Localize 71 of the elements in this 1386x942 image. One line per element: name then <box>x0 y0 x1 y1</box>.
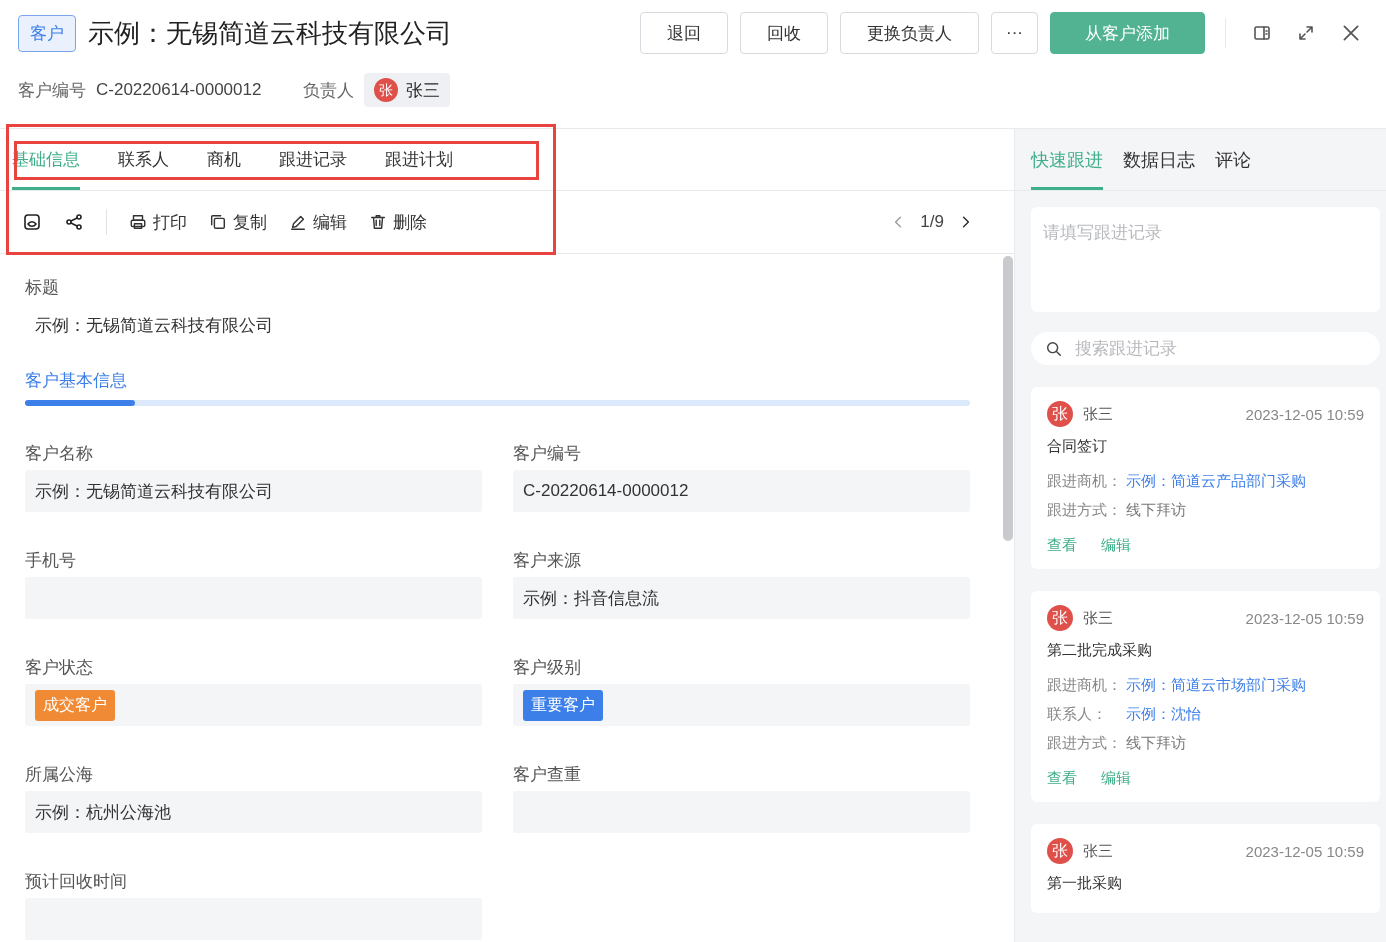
tab[interactable]: 跟进计划 <box>385 129 453 190</box>
detail-label: 跟进商机： <box>1047 472 1123 491</box>
share-icon <box>64 212 84 232</box>
copy-icon <box>209 213 227 231</box>
meta-label: 客户编号 <box>18 79 86 102</box>
author-name: 张三 <box>1083 841 1114 861</box>
field-value: C-20220614-0000012 <box>513 470 970 512</box>
detail-value: 线下拜访 <box>1126 734 1186 753</box>
status-tag: 成交客户 <box>35 689 115 721</box>
author-name: 张三 <box>1083 404 1114 424</box>
action-button[interactable]: 回收 <box>740 12 828 54</box>
field-label: 手机号 <box>25 550 77 572</box>
scrollbar-thumb[interactable] <box>1003 256 1013 541</box>
detail-label: 跟进方式： <box>1047 501 1123 520</box>
field-value: 示例：无锡简道云科技有限公司 <box>34 315 274 337</box>
record-time: 2023-12-05 10:59 <box>1245 405 1364 423</box>
field-label: 预计回收时间 <box>25 871 128 893</box>
field-label: 客户级别 <box>513 657 582 679</box>
page-counter: 1/9 <box>920 212 944 232</box>
field-label: 客户来源 <box>513 550 582 572</box>
record-time: 2023-12-05 10:59 <box>1245 609 1364 627</box>
field-label: 标题 <box>25 277 60 299</box>
note-field[interactable]: 请填写跟进记录 <box>1031 207 1380 312</box>
tab[interactable]: 商机 <box>207 129 241 190</box>
trash-icon <box>369 213 387 231</box>
detail-label: 跟进方式： <box>1047 734 1123 753</box>
field-label: 客户查重 <box>513 764 582 786</box>
field-label: 客户状态 <box>25 657 94 679</box>
more-button[interactable]: ··· <box>991 12 1038 54</box>
printer-icon <box>129 213 147 231</box>
search-field[interactable]: 搜索跟进记录 <box>1031 332 1380 365</box>
detail-link[interactable]: 示例：简道云市场部门采购 <box>1126 676 1306 695</box>
tab[interactable]: 数据日志 <box>1123 129 1195 190</box>
field-label: 客户编号 <box>513 443 582 465</box>
record-title: 第二批完成采购 <box>1047 641 1153 660</box>
tab[interactable]: 联系人 <box>118 129 169 190</box>
meta-label: 负责人 <box>303 79 355 102</box>
field-label: 所属公海 <box>25 764 94 786</box>
customer-number: C-20220614-0000012 <box>96 80 262 100</box>
toolbar-action[interactable]: 删除 <box>369 210 427 234</box>
action-button[interactable]: 退回 <box>640 12 728 54</box>
detail-link[interactable]: 示例：简道云产品部门采购 <box>1126 472 1306 491</box>
record-title: 第一批采购 <box>1047 874 1123 893</box>
field-value: 示例：杭州公海池 <box>25 791 482 833</box>
preview-icon <box>22 212 42 232</box>
owner-chip[interactable]: 张 张三 <box>364 73 451 107</box>
record-time: 2023-12-05 10:59 <box>1245 842 1364 860</box>
detail-value: 线下拜访 <box>1126 501 1186 520</box>
pencil-icon <box>289 213 307 231</box>
action-button[interactable]: 更换负责人 <box>840 12 979 54</box>
field-value: 示例：无锡简道云科技有限公司 <box>25 470 482 512</box>
avatar: 张 <box>1047 401 1073 427</box>
detail-link[interactable]: 示例：沈怡 <box>1126 705 1201 724</box>
detail-label: 联系人： <box>1047 705 1108 724</box>
record-title: 合同签订 <box>1047 437 1108 456</box>
field-value: 示例：抖音信息流 <box>513 577 970 619</box>
section-title: 客户基本信息 <box>25 370 128 392</box>
avatar: 张 <box>1047 838 1073 864</box>
toolbar-action[interactable]: 打印 <box>129 210 187 234</box>
toolbar-action[interactable]: 复制 <box>209 210 267 234</box>
status-tag: 重要客户 <box>523 689 603 721</box>
record-title: 示例：无锡简道云科技有限公司 <box>88 16 453 50</box>
author-name: 张三 <box>1083 608 1114 628</box>
category-tag: 客户 <box>18 14 76 52</box>
search-icon <box>1045 340 1063 358</box>
tab[interactable]: 评论 <box>1215 129 1251 190</box>
detail-label: 跟进商机： <box>1047 676 1123 695</box>
toolbar-action[interactable]: 编辑 <box>289 210 347 234</box>
avatar: 张 <box>1047 605 1073 631</box>
tab[interactable]: 跟进记录 <box>279 129 347 190</box>
field-label: 客户名称 <box>25 443 94 465</box>
